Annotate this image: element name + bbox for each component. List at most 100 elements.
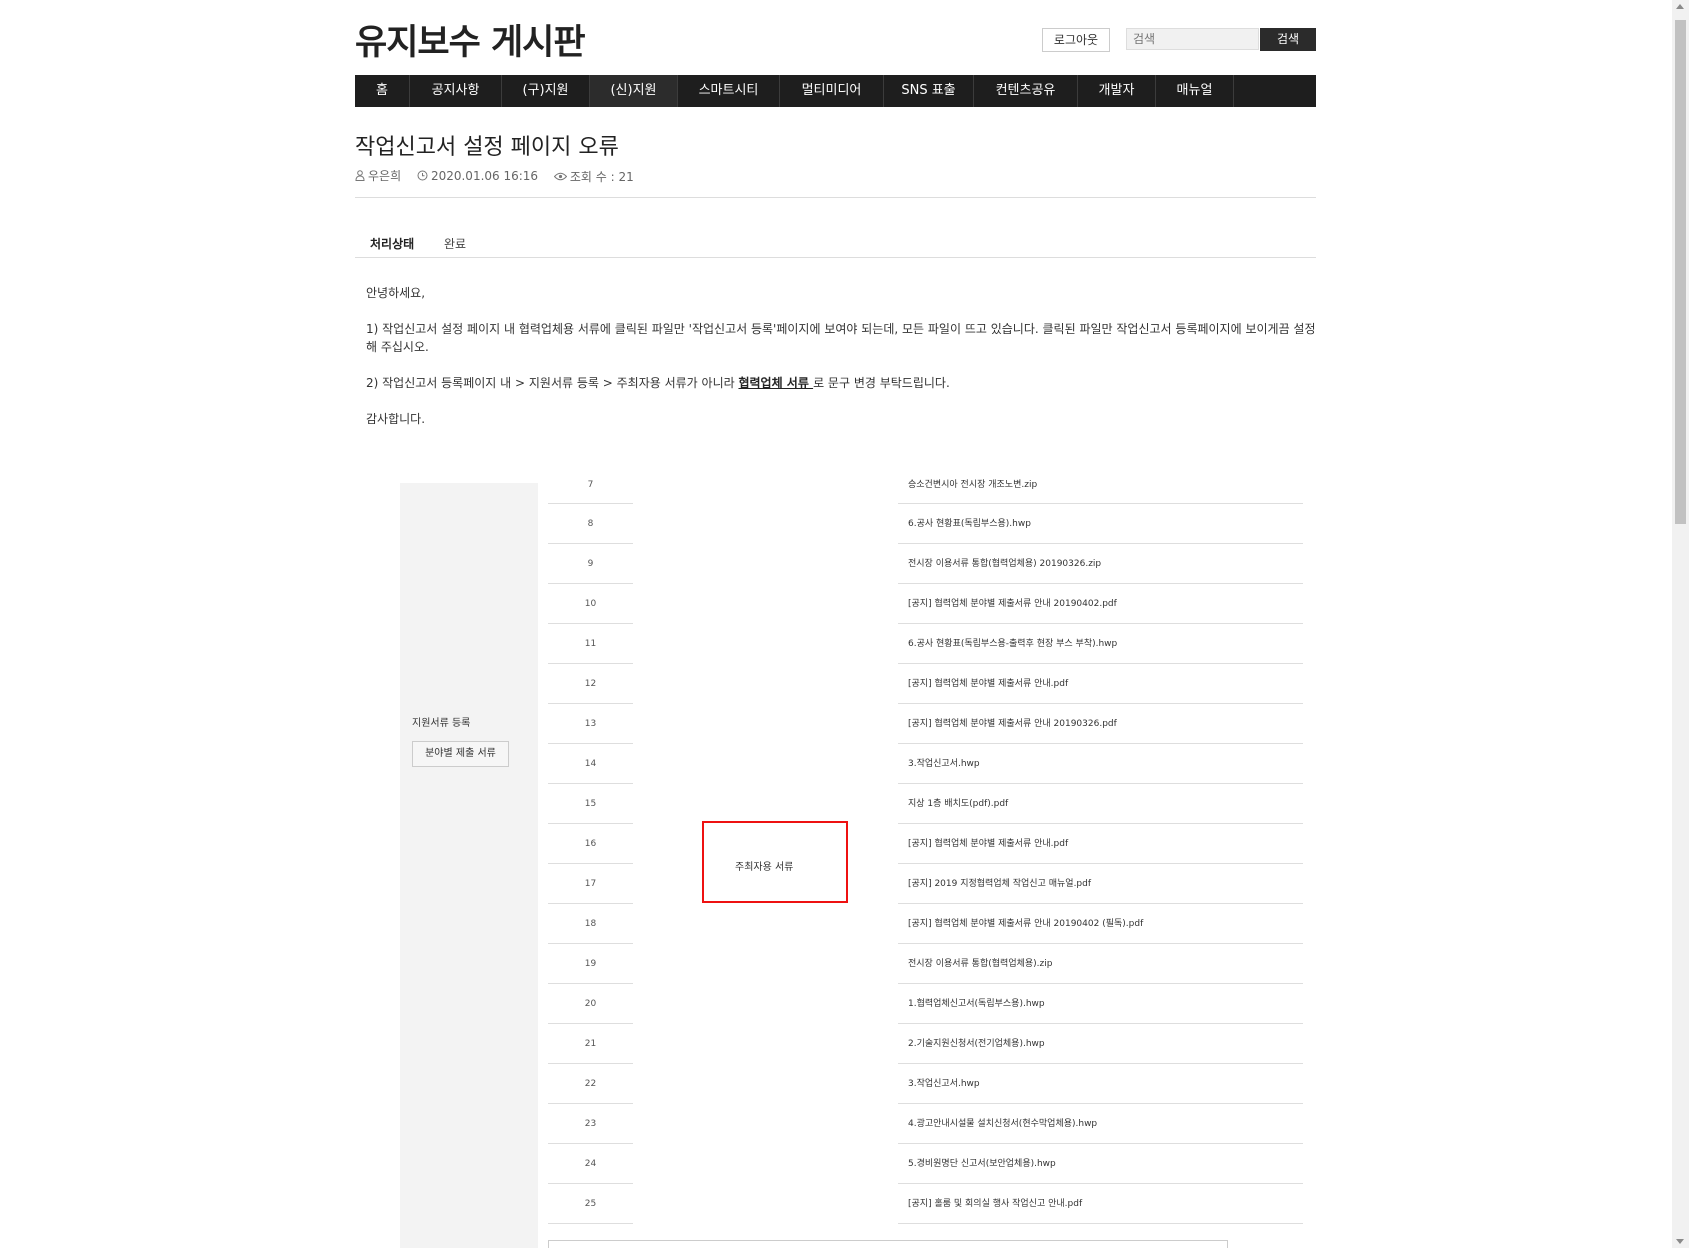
greeting-text: 안녕하세요, [366,286,426,300]
row-number: 12 [584,679,597,689]
nav-item-sns[interactable]: SNS 표출 [884,75,974,107]
search-button[interactable]: 검색 [1260,28,1316,51]
table-row: 17 [공지] 2019 지정협력업체 작업신고 매뉴얼.pdf [548,864,1303,904]
post-datetime: 2020.01.06 16:16 [430,168,539,183]
nav-item-developer[interactable]: 개발자 [1078,75,1156,107]
nav-item-content-share[interactable]: 컨텐츠공유 [974,75,1078,107]
divider [355,197,1316,198]
file-name: 3.작업신고서.hwp [908,759,980,769]
status-value: 완료 [444,237,467,251]
screenshot-bottom-edge [548,1240,1228,1248]
file-name: [공지] 협력업체 분야별 제출서류 안내 20190326.pdf [908,719,1117,729]
file-name: 1.협력업체신고서(독립부스용).hwp [908,999,1045,1009]
file-name: [공지] 2019 지정협력업체 작업신고 매뉴얼.pdf [908,879,1092,889]
row-number: 18 [584,919,597,929]
file-name: 4.광고안내시설물 설치신청서(현수막업체용).hwp [908,1119,1098,1129]
table-row: 12 [공지] 협력업체 분야별 제출서류 안내.pdf [548,664,1303,704]
table-row: 14 3.작업신고서.hwp [548,744,1303,784]
table-row: 13 [공지] 협력업체 분야별 제출서류 안내 20190326.pdf [548,704,1303,744]
nav-item-home[interactable]: 홈 [355,75,410,107]
nav-item-multimedia[interactable]: 멀티미디어 [780,75,884,107]
table-row: 7 승소건변시아 전시장 개조노변.zip [548,477,1303,504]
screenshot-left-panel [400,483,538,1248]
nav-item-notice[interactable]: 공지사항 [410,75,502,107]
registration-label: 지원서류 등록 [412,718,471,729]
row-divider [898,1223,1303,1224]
table-row: 18 [공지] 협력업체 분야별 제출서류 안내 20190402 (필독).pd… [548,904,1303,944]
table-row: 11 6.공사 현황표(독립부스용-출력후 현장 부스 부착).hwp [548,624,1303,664]
row-number: 16 [584,839,597,849]
table-row: 15 지상 1층 배치도(pdf).pdf [548,784,1303,824]
file-name: [공지] 협력업체 분야별 제출서류 안내 20190402.pdf [908,599,1117,609]
scroll-thumb[interactable] [1675,20,1686,524]
eye-icon [553,172,567,181]
field-docs-button: 분야별 제출 서류 [412,741,509,767]
nav-item-manual[interactable]: 매뉴얼 [1156,75,1234,107]
table-row: 16 [공지] 협력업체 분야별 제출서류 안내.pdf [548,824,1303,864]
file-name: 5.경비원명단 신고서(보안업체용).hwp [908,1159,1056,1169]
file-table: 7 승소건변시아 전시장 개조노변.zip 8 6.공사 현황표(독립부스용).hwp… [548,477,1303,1224]
row-number: 15 [584,799,597,809]
row-number: 14 [584,759,597,769]
closing-text: 감사합니다. [366,412,426,426]
row-number: 19 [584,959,597,969]
paragraph-2-after: 로 문구 변경 부탁드립니다. [813,376,950,390]
file-name: 전시장 이용서류 통합(협력업체용).zip [908,959,1053,969]
row-divider [548,1223,633,1224]
paragraph-1: 1) 작업신고서 설정 페이지 내 협력업체용 서류에 클릭된 파일만 '작업신… [366,322,1316,354]
post-author: 우은희 [368,169,402,183]
scroll-up-icon[interactable] [1676,4,1684,9]
post-title: 작업신고서 설정 페이지 오류 [355,135,619,160]
file-name: [공지] 홀룸 및 회의실 행사 작업신고 안내.pdf [908,1199,1083,1209]
logout-button[interactable]: 로그아웃 [1042,28,1110,52]
status-label: 처리상태 [370,237,415,251]
table-row: 19 전시장 이용서류 통합(협력업체용).zip [548,944,1303,984]
user-icon [355,170,365,181]
sponsor-docs-label: 주최자용 서류 [735,862,794,873]
site-title[interactable]: 유지보수 게시판 [355,14,586,65]
file-name: 6.공사 현황표(독립부스용).hwp [908,519,1031,529]
table-row: 20 1.협력업체신고서(독립부스용).hwp [548,984,1303,1024]
row-number: 24 [584,1159,597,1169]
post-meta: 우은희 2020.01.06 16:16 조회 수 : 21 [355,167,646,185]
file-name: 6.공사 현황표(독립부스용-출력후 현장 부스 부착).hwp [908,639,1118,649]
scroll-down-icon[interactable] [1676,1239,1684,1244]
row-number: 25 [584,1199,597,1209]
file-name: [공지] 협력업체 분야별 제출서류 안내.pdf [908,679,1069,689]
row-number: 21 [584,1039,597,1049]
row-number: 17 [584,879,597,889]
row-number: 8 [587,519,594,529]
row-number: 9 [587,559,594,569]
table-row: 24 5.경비원명단 신고서(보안업체용).hwp [548,1144,1303,1184]
file-name: 승소건변시아 전시장 개조노변.zip [908,480,1038,490]
row-number: 23 [584,1119,597,1129]
file-name: 3.작업신고서.hwp [908,1079,980,1089]
table-row: 8 6.공사 현황표(독립부스용).hwp [548,504,1303,544]
main-nav: 홈 공지사항 (구)지원 (신)지원 스마트시티 멀티미디어 SNS 표출 컨텐… [355,75,1316,107]
file-name: [공지] 협력업체 분야별 제출서류 안내.pdf [908,839,1069,849]
file-name: 전시장 이용서류 통합(협력업체용) 20190326.zip [908,559,1102,569]
nav-item-new-support[interactable]: (신)지원 [590,75,678,107]
file-name: 2.기술지원신청서(전기업체용).hwp [908,1039,1045,1049]
file-name: 지상 1층 배치도(pdf).pdf [908,799,1009,809]
paragraph-2: 2) 작업신고서 등록페이지 내 > 지원서류 등록 > 주최자용 서류가 아니… [366,374,1316,392]
file-name: [공지] 협력업체 분야별 제출서류 안내 20190402 (필독).pdf [908,919,1144,929]
row-number: 10 [584,599,597,609]
table-row: 23 4.광고안내시설물 설치신청서(현수막업체용).hwp [548,1104,1303,1144]
table-row: 21 2.기술지원신청서(전기업체용).hwp [548,1024,1303,1064]
row-number: 13 [584,719,597,729]
table-row: 25 [공지] 홀룸 및 회의실 행사 작업신고 안내.pdf [548,1184,1303,1224]
clock-icon [417,170,428,181]
page-scrollbar[interactable] [1672,0,1689,1248]
search-input[interactable] [1126,28,1259,50]
row-number: 20 [584,999,597,1009]
row-number: 7 [587,480,594,490]
table-row: 22 3.작업신고서.hwp [548,1064,1303,1104]
highlighted-text: 협력업체 서류 [738,376,814,390]
row-number: 22 [584,1079,597,1089]
nav-item-old-support[interactable]: (구)지원 [502,75,590,107]
post-views: 조회 수 : 21 [569,170,634,184]
paragraph-2-before: 2) 작업신고서 등록페이지 내 > 지원서류 등록 > 주최자용 서류가 아니… [366,376,739,390]
divider [355,257,1316,258]
nav-item-smartcity[interactable]: 스마트시티 [678,75,780,107]
